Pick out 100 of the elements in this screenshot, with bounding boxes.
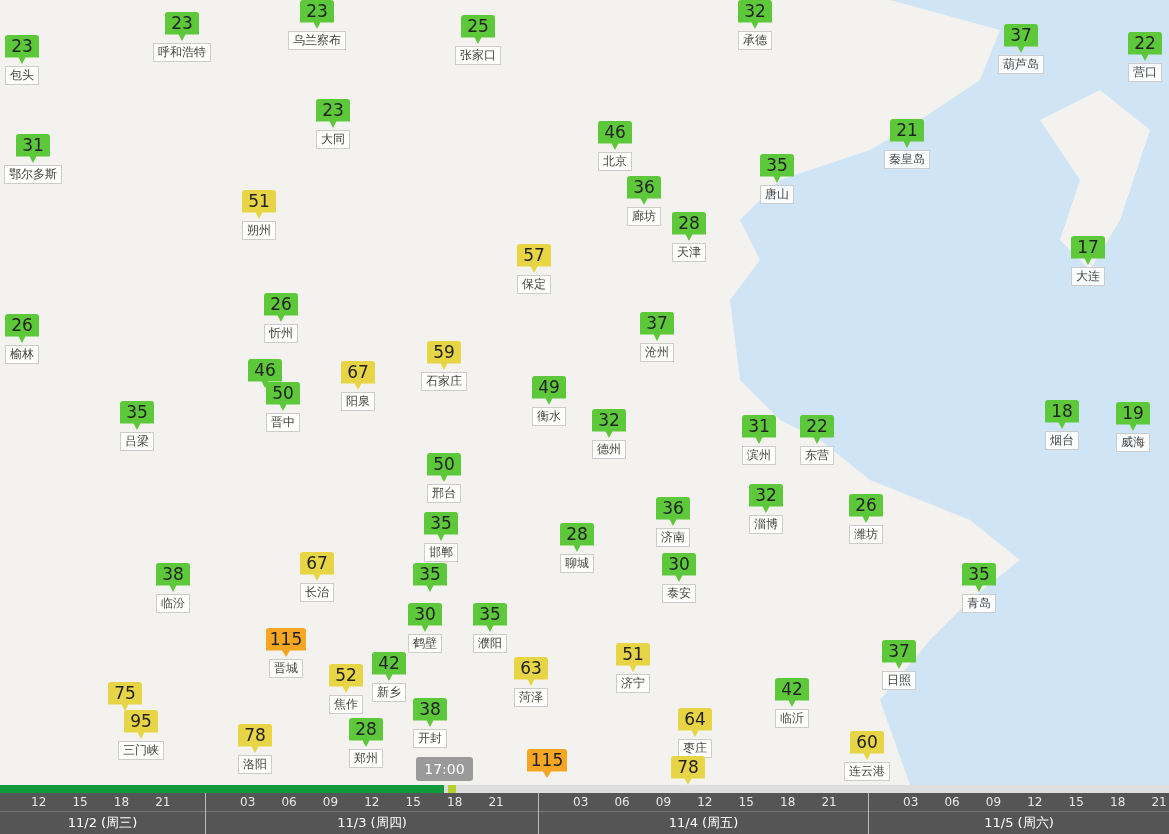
hour-label: 21	[820, 794, 838, 811]
aqi-marker[interactable]: 57	[517, 244, 551, 273]
aqi-marker[interactable]: 37	[640, 312, 674, 341]
aqi-marker[interactable]: 35	[120, 401, 154, 430]
aqi-marker[interactable]: 42	[372, 652, 406, 681]
aqi-marker[interactable]: 42	[775, 678, 809, 707]
station-label: 廊坊	[627, 207, 661, 226]
aqi-marker[interactable]: 75	[108, 682, 142, 711]
aqi-marker[interactable]: 23	[5, 35, 39, 64]
aqi-marker[interactable]: 38	[413, 698, 447, 727]
aqi-marker[interactable]: 32	[738, 0, 772, 29]
aqi-marker[interactable]: 51	[242, 190, 276, 219]
hour-label: 12	[696, 794, 714, 811]
aqi-marker[interactable]: 60	[850, 731, 884, 760]
station-label: 威海	[1116, 433, 1150, 452]
aqi-marker[interactable]: 35	[413, 563, 447, 592]
day-label[interactable]: 11/2 (周三)	[67, 813, 138, 833]
aqi-marker[interactable]: 78	[671, 756, 705, 785]
station-label: 淄博	[749, 515, 783, 534]
aqi-marker[interactable]: 115	[526, 749, 568, 778]
aqi-marker[interactable]: 26	[264, 293, 298, 322]
aqi-marker[interactable]: 59	[427, 341, 461, 370]
station-label: 德州	[592, 440, 626, 459]
station-label: 青岛	[962, 594, 996, 613]
aqi-marker[interactable]: 30	[662, 553, 696, 582]
station-label: 北京	[598, 152, 632, 171]
day-label[interactable]: 11/3 (周四)	[337, 813, 407, 833]
station-label: 济南	[656, 528, 690, 547]
day-label[interactable]: 11/4 (周五)	[668, 813, 739, 833]
aqi-marker[interactable]: 50	[427, 453, 461, 482]
aqi-marker[interactable]: 31	[742, 415, 776, 444]
aqi-marker[interactable]: 63	[514, 657, 548, 686]
station-label: 枣庄	[678, 739, 712, 758]
hour-label: 03	[572, 794, 590, 811]
day-label[interactable]: 11/5 (周六)	[984, 813, 1054, 833]
aqi-marker[interactable]: 23	[316, 99, 350, 128]
station-label: 包头	[5, 66, 39, 85]
aqi-marker[interactable]: 35	[473, 603, 507, 632]
aqi-marker[interactable]: 36	[627, 176, 661, 205]
aqi-marker[interactable]: 78	[238, 724, 272, 753]
aqi-marker[interactable]: 115	[265, 628, 307, 657]
aqi-marker[interactable]: 30	[408, 603, 442, 632]
station-label: 鹤壁	[408, 634, 442, 653]
aqi-marker[interactable]: 35	[962, 563, 996, 592]
aqi-marker[interactable]: 35	[760, 154, 794, 183]
aqi-marker[interactable]: 49	[532, 376, 566, 405]
aqi-marker[interactable]: 28	[560, 523, 594, 552]
hour-label: 06	[280, 794, 298, 811]
aqi-marker[interactable]: 67	[341, 361, 375, 390]
station-label: 邢台	[427, 484, 461, 503]
station-label: 晋中	[266, 413, 300, 432]
hour-label: 03	[239, 794, 257, 811]
aqi-marker[interactable]: 36	[656, 497, 690, 526]
station-label: 忻州	[264, 324, 298, 343]
station-label: 营口	[1128, 63, 1162, 82]
station-label: 长治	[300, 583, 334, 602]
timeline-cursor[interactable]	[448, 785, 457, 793]
station-label: 郑州	[349, 749, 383, 768]
aqi-marker[interactable]: 51	[616, 643, 650, 672]
station-label: 临汾	[156, 594, 190, 613]
aqi-marker[interactable]: 31	[16, 134, 50, 163]
station-label: 鄂尔多斯	[4, 165, 62, 184]
station-label: 衡水	[532, 407, 566, 426]
station-label: 朔州	[242, 221, 276, 240]
aqi-marker[interactable]: 35	[424, 512, 458, 541]
hour-label: 12	[363, 794, 381, 811]
station-label: 天津	[672, 243, 706, 262]
aqi-marker[interactable]: 50	[266, 382, 300, 411]
aqi-marker[interactable]: 32	[592, 409, 626, 438]
hour-label: 15	[71, 794, 89, 811]
hour-label: 09	[654, 794, 673, 811]
aqi-marker[interactable]: 25	[461, 15, 495, 44]
station-label: 三门峡	[118, 741, 164, 760]
aqi-marker[interactable]: 95	[124, 710, 158, 739]
aqi-marker[interactable]: 26	[849, 494, 883, 523]
hour-label: 18	[112, 794, 131, 811]
hour-label: 18	[1109, 794, 1127, 811]
aqi-marker[interactable]: 28	[672, 212, 706, 241]
aqi-marker[interactable]: 32	[749, 484, 783, 513]
station-label: 晋城	[269, 659, 303, 678]
aqi-marker[interactable]: 28	[349, 718, 383, 747]
aqi-marker[interactable]: 23	[165, 12, 199, 41]
aqi-marker[interactable]: 38	[156, 563, 190, 592]
aqi-marker[interactable]: 67	[300, 552, 334, 581]
aqi-marker[interactable]: 46	[598, 121, 632, 150]
station-label: 榆林	[5, 345, 39, 364]
station-label: 连云港	[844, 762, 890, 781]
aqi-marker[interactable]: 22	[800, 415, 834, 444]
aqi-marker[interactable]: 52	[329, 664, 363, 693]
aqi-marker[interactable]: 26	[5, 314, 39, 343]
station-label: 大同	[316, 130, 350, 149]
station-label: 新乡	[372, 683, 406, 702]
aqi-marker[interactable]: 23	[300, 0, 334, 29]
timeline-track[interactable]	[0, 785, 1169, 793]
hour-label: 21	[154, 794, 172, 811]
aqi-marker[interactable]: 64	[678, 708, 712, 737]
hour-label: 15	[737, 794, 755, 811]
aqi-marker[interactable]: 37	[882, 640, 916, 669]
hour-label: 06	[613, 794, 631, 811]
hour-label: 18	[779, 794, 797, 811]
